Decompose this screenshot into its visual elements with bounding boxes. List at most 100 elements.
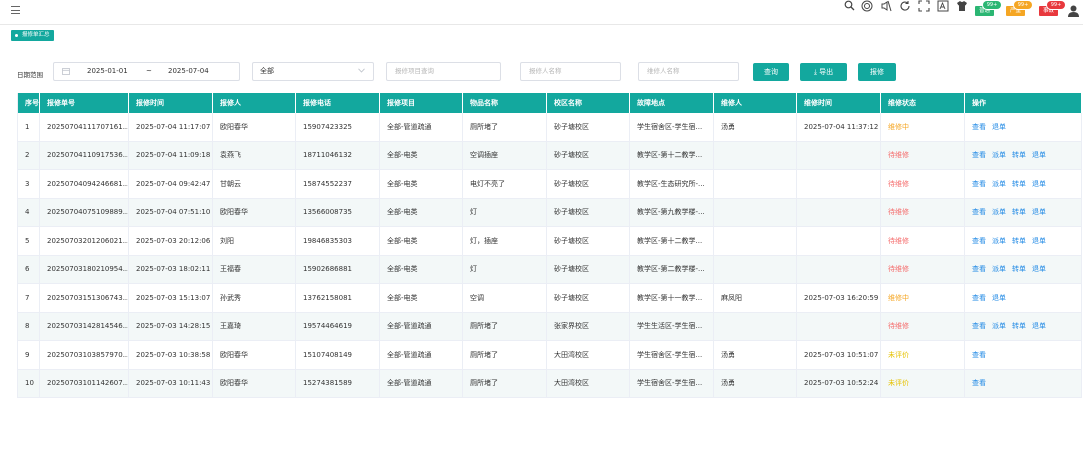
return-order-link[interactable]: 退单 — [1032, 151, 1046, 159]
return-order-link[interactable]: 退单 — [1032, 208, 1046, 216]
transfer-link[interactable]: 转单 — [1012, 151, 1026, 159]
cell-no: 2 — [17, 141, 40, 170]
cell-time: 2025-07-03 10:38:58 — [128, 340, 213, 370]
download-icon: ⤓ — [813, 68, 817, 76]
tag-normal-badge: 99+ — [983, 1, 1001, 9]
repairer-name-input[interactable]: 维修人名称 — [638, 62, 739, 81]
view-link[interactable]: 查看 — [972, 351, 986, 359]
cell-repair-time — [796, 255, 881, 284]
cell-status: 未评价 — [880, 369, 965, 398]
help-circle-icon[interactable] — [861, 0, 873, 12]
cell-item: 厕所堵了 — [462, 340, 547, 370]
table-row[interactable]: 9 20250703103857970... 2025-07-03 10:38:58… — [17, 340, 1082, 370]
cell-repairer: 麻凤阳 — [713, 283, 797, 313]
dispatch-link[interactable]: 派单 — [992, 265, 1006, 273]
transfer-link[interactable]: 转单 — [1012, 237, 1026, 245]
return-order-link[interactable]: 退单 — [1032, 180, 1046, 188]
view-link[interactable]: 查看 — [972, 379, 986, 387]
cell-order: 20250703151306743... — [39, 283, 129, 313]
report-repair-button[interactable]: 报修 — [858, 63, 896, 81]
dispatch-link[interactable]: 派单 — [992, 180, 1006, 188]
table-row[interactable]: 5 20250703201206021... 2025-07-03 20:12:06… — [17, 226, 1082, 256]
cell-order: 20250704110917536... — [39, 141, 129, 170]
search-icon[interactable] — [843, 0, 855, 12]
return-order-link[interactable]: 退单 — [1032, 322, 1046, 330]
cell-project: 全部-电类 — [379, 226, 463, 256]
cell-location: 教学区-生态研究所-... — [629, 169, 714, 199]
view-link[interactable]: 查看 — [972, 294, 986, 302]
dispatch-link[interactable]: 派单 — [992, 151, 1006, 159]
cell-reporter: 欧阳春华 — [212, 198, 296, 227]
tab-repair-summary[interactable]: 报修单汇总 — [11, 30, 54, 41]
date-end[interactable]: 2025-07-04 — [168, 63, 209, 80]
return-order-link[interactable]: 退单 — [992, 123, 1006, 131]
cell-time: 2025-07-04 11:17:07 — [128, 113, 213, 142]
return-order-link[interactable]: 退单 — [1032, 265, 1046, 273]
tag-normal[interactable]: 普通 99+ — [975, 1, 1001, 16]
tag-serious[interactable]: 严重 99+ — [1006, 1, 1032, 16]
tag-accident[interactable]: 事故 99+ — [1039, 1, 1065, 16]
cell-project: 全部-电类 — [379, 198, 463, 227]
cell-time: 2025-07-03 14:28:15 — [128, 312, 213, 341]
shirt-icon[interactable] — [956, 0, 968, 12]
export-button[interactable]: ⤓ 导出 — [800, 63, 847, 81]
table-row[interactable]: 4 20250704075109889... 2025-07-04 07:51:10… — [17, 198, 1082, 227]
cell-order: 20250703142814546... — [39, 312, 129, 341]
cell-item: 灯 — [462, 255, 547, 284]
cell-no: 6 — [17, 255, 40, 284]
cell-repairer: 汤勇 — [713, 340, 797, 370]
transfer-link[interactable]: 转单 — [1012, 322, 1026, 330]
project-search-input[interactable]: 报修项目查询 — [386, 62, 501, 81]
transfer-link[interactable]: 转单 — [1012, 180, 1026, 188]
table-row[interactable]: 3 20250704094246681... 2025-07-04 09:42:47… — [17, 169, 1082, 199]
cell-actions: 查看 派单 转单 退单 — [964, 255, 1082, 284]
view-link[interactable]: 查看 — [972, 123, 986, 131]
cell-actions: 查看 退单 — [964, 113, 1082, 142]
view-link[interactable]: 查看 — [972, 180, 986, 188]
date-start[interactable]: 2025-01-01 — [87, 63, 128, 80]
view-link[interactable]: 查看 — [972, 237, 986, 245]
table-row[interactable]: 7 20250703151306743... 2025-07-03 15:13:07… — [17, 283, 1082, 313]
view-link[interactable]: 查看 — [972, 208, 986, 216]
reporter-name-input[interactable]: 报修人名称 — [520, 62, 621, 81]
table-row[interactable]: 6 20250703180210954... 2025-07-03 18:02:11… — [17, 255, 1082, 284]
cell-no: 5 — [17, 226, 40, 256]
table-row[interactable]: 2 20250704110917536... 2025-07-04 11:09:18… — [17, 141, 1082, 170]
column-header: 报修人 — [212, 93, 296, 113]
column-header: 操作 — [964, 93, 1082, 113]
view-link[interactable]: 查看 — [972, 151, 986, 159]
column-header: 维修状态 — [880, 93, 965, 113]
transfer-link[interactable]: 转单 — [1012, 208, 1026, 216]
tag-accident-badge: 99+ — [1047, 1, 1065, 9]
cell-status: 待维修 — [880, 198, 965, 227]
fullscreen-icon[interactable] — [918, 0, 930, 12]
dispatch-link[interactable]: 派单 — [992, 237, 1006, 245]
query-button[interactable]: 查询 — [753, 63, 789, 81]
transfer-link[interactable]: 转单 — [1012, 265, 1026, 273]
cell-actions: 查看 — [964, 369, 1082, 398]
return-order-link[interactable]: 退单 — [1032, 237, 1046, 245]
table-row[interactable]: 1 20250704111707161... 2025-07-04 11:17:07… — [17, 113, 1082, 142]
cell-repair-time — [796, 198, 881, 227]
cell-project: 全部-管道疏通 — [379, 369, 463, 398]
dispatch-link[interactable]: 派单 — [992, 208, 1006, 216]
cell-no: 10 — [17, 369, 40, 398]
table-row[interactable]: 8 20250703142814546... 2025-07-03 14:28:15… — [17, 312, 1082, 341]
mute-icon[interactable] — [880, 0, 892, 12]
refresh-icon[interactable] — [899, 0, 911, 12]
return-order-link[interactable]: 退单 — [992, 294, 1006, 302]
font-size-icon[interactable] — [937, 0, 949, 12]
cell-campus: 砂子塘校区 — [546, 113, 630, 142]
dispatch-link[interactable]: 派单 — [992, 322, 1006, 330]
date-range-picker[interactable]: 2025-01-01 ~ 2025-07-04 — [53, 62, 240, 81]
user-icon[interactable] — [1068, 5, 1079, 17]
view-link[interactable]: 查看 — [972, 265, 986, 273]
category-select[interactable]: 全部 — [252, 62, 374, 81]
cell-phone: 18711046132 — [295, 141, 380, 170]
view-link[interactable]: 查看 — [972, 322, 986, 330]
cell-status: 待维修 — [880, 141, 965, 170]
cell-status: 待维修 — [880, 255, 965, 284]
table-row[interactable]: 10 20250703101142607... 2025-07-03 10:11:4… — [17, 369, 1082, 398]
hamburger-icon[interactable] — [11, 6, 20, 14]
cell-time: 2025-07-03 20:12:06 — [128, 226, 213, 256]
